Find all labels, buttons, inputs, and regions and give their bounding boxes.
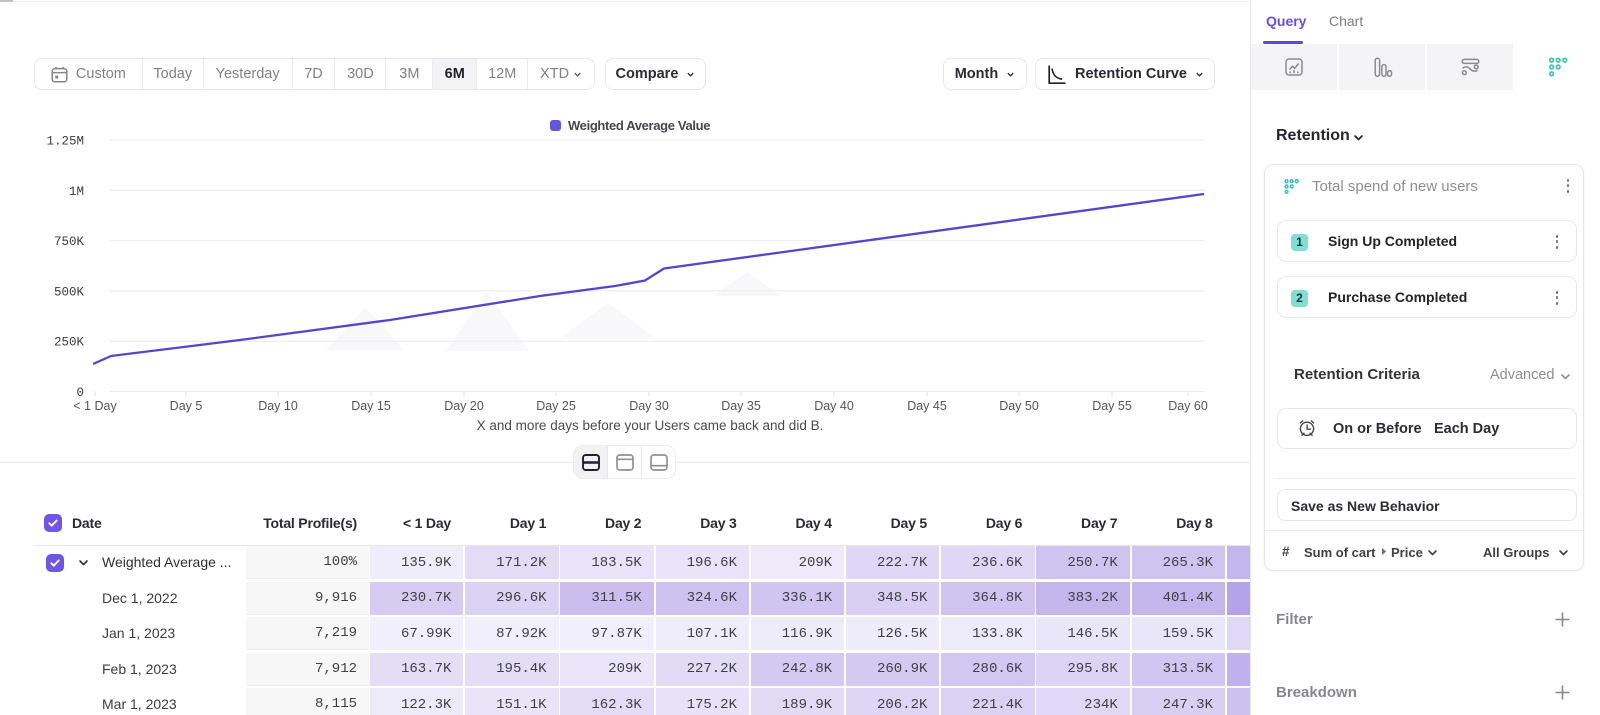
svg-text:Day 45: Day 45: [907, 399, 947, 413]
svg-text:Day 40: Day 40: [814, 399, 854, 413]
svg-text:750K: 750K: [54, 235, 85, 249]
svg-text:Day 30: Day 30: [629, 399, 669, 413]
svg-text:X and more days before your Us: X and more days before your Users came b…: [477, 418, 824, 433]
svg-text:0: 0: [76, 386, 84, 400]
svg-text:Day 5: Day 5: [170, 399, 203, 413]
svg-text:Day 10: Day 10: [258, 399, 298, 413]
svg-text:Day 55: Day 55: [1092, 399, 1132, 413]
svg-text:Day 20: Day 20: [444, 399, 484, 413]
svg-text:< 1 Day: < 1 Day: [73, 399, 117, 413]
svg-text:Day 60: Day 60: [1168, 399, 1208, 413]
svg-text:250K: 250K: [54, 336, 85, 350]
svg-text:1.25M: 1.25M: [46, 135, 84, 149]
svg-text:Day 15: Day 15: [351, 399, 391, 413]
svg-text:500K: 500K: [54, 285, 85, 299]
svg-text:Day 25: Day 25: [536, 399, 576, 413]
svg-text:Day 50: Day 50: [999, 399, 1039, 413]
svg-text:Day 35: Day 35: [721, 399, 761, 413]
svg-text:1M: 1M: [69, 185, 84, 199]
